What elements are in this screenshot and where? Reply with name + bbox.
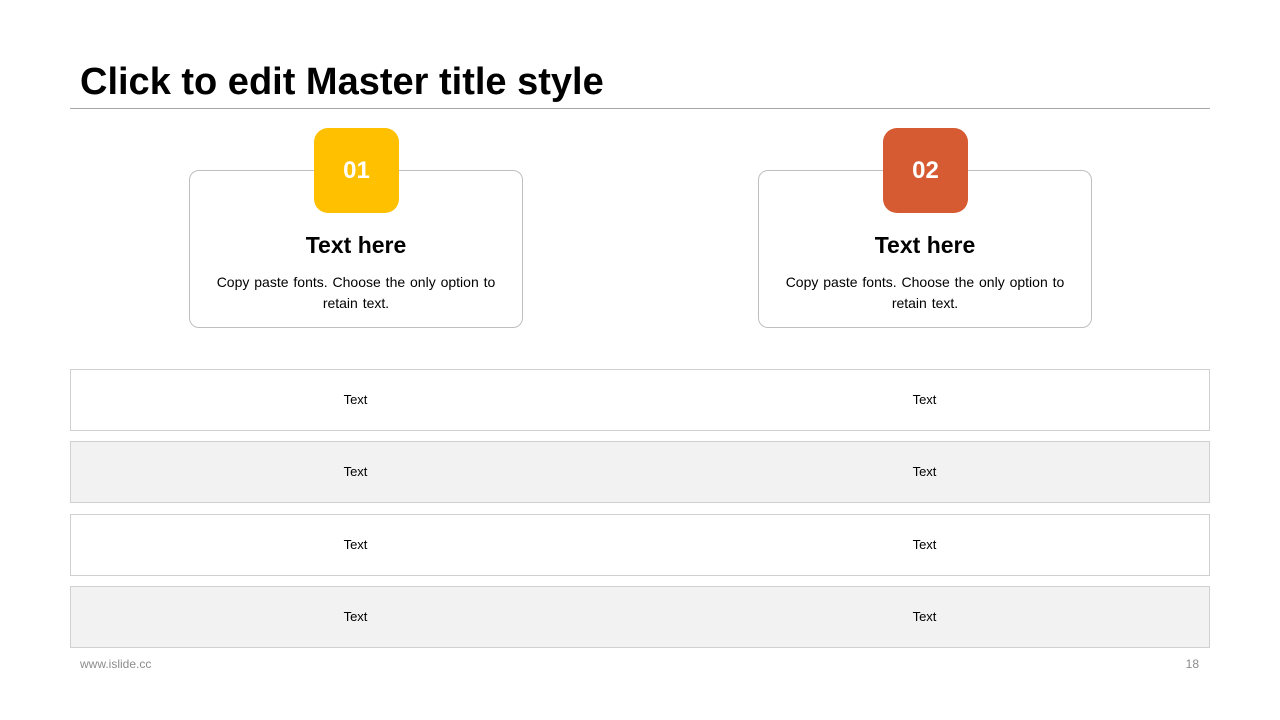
- card-heading[interactable]: Text here: [190, 229, 522, 261]
- card-heading[interactable]: Text here: [759, 229, 1091, 261]
- table-row: Text Text: [70, 586, 1210, 648]
- table-cell[interactable]: Text: [71, 585, 640, 647]
- table-cell[interactable]: Text: [640, 585, 1209, 647]
- page-number: 18: [1185, 657, 1199, 671]
- footer-url: www.islide.cc: [80, 657, 152, 671]
- title-divider: [70, 108, 1210, 109]
- slide-title[interactable]: Click to edit Master title style: [80, 58, 604, 106]
- feature-card-01[interactable]: 01 Text here Copy paste fonts. Choose th…: [189, 128, 523, 328]
- card-description[interactable]: Copy paste fonts. Choose the only option…: [210, 272, 502, 314]
- table-cell[interactable]: Text: [71, 440, 640, 502]
- table-cell[interactable]: Text: [71, 368, 640, 430]
- table-cell[interactable]: Text: [640, 440, 1209, 502]
- table-cell[interactable]: Text: [71, 513, 640, 575]
- table-row: Text Text: [70, 514, 1210, 576]
- slide: Click to edit Master title style 01 Text…: [0, 0, 1280, 720]
- number-badge-02: 02: [883, 128, 968, 213]
- table-row: Text Text: [70, 369, 1210, 431]
- table-cell[interactable]: Text: [640, 513, 1209, 575]
- feature-card-02[interactable]: 02 Text here Copy paste fonts. Choose th…: [758, 128, 1092, 328]
- table-row: Text Text: [70, 441, 1210, 503]
- table-cell[interactable]: Text: [640, 368, 1209, 430]
- number-badge-01: 01: [314, 128, 399, 213]
- card-description[interactable]: Copy paste fonts. Choose the only option…: [779, 272, 1071, 314]
